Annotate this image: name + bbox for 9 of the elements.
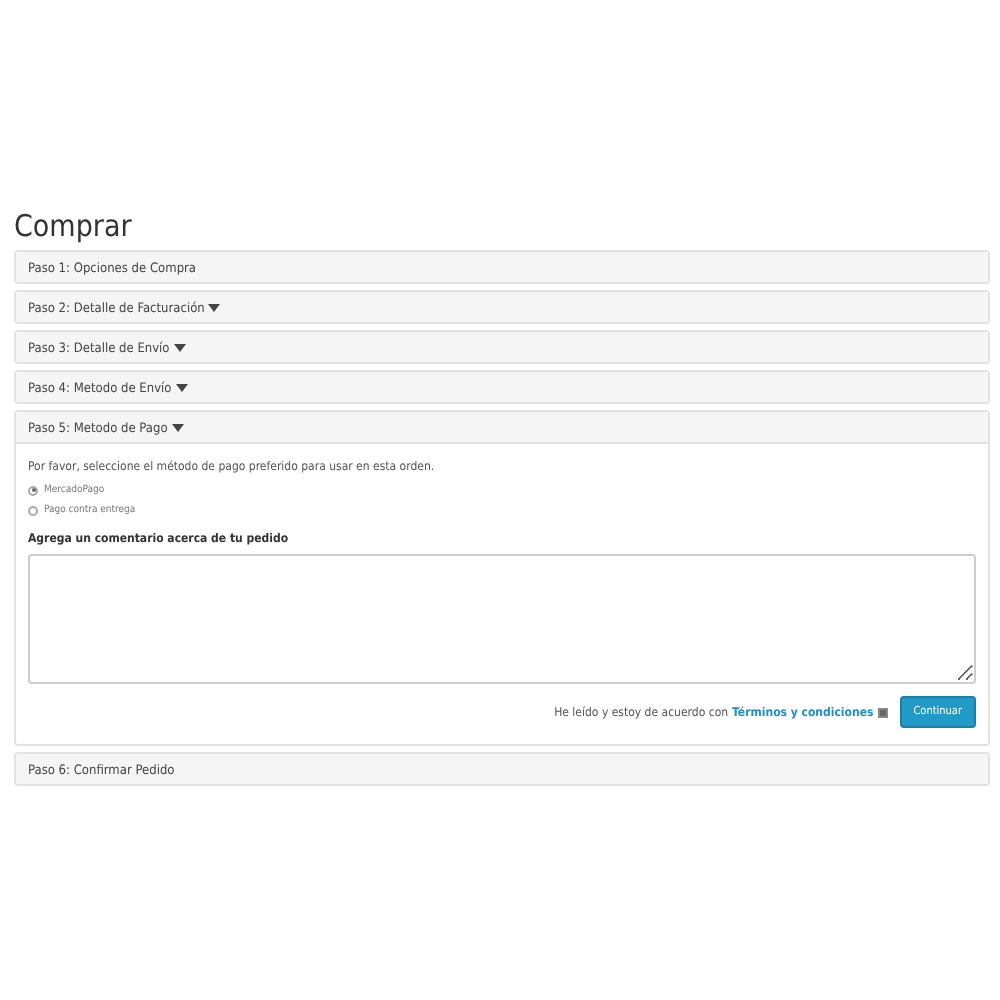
page-title: Comprar bbox=[14, 208, 134, 244]
comment-field[interactable] bbox=[28, 554, 976, 684]
caret-icon bbox=[208, 303, 221, 311]
caret-icon bbox=[175, 383, 188, 391]
radio-button[interactable] bbox=[28, 485, 38, 495]
caret-icon bbox=[173, 343, 186, 351]
radio-button[interactable] bbox=[28, 505, 38, 515]
terms-checkbox[interactable] bbox=[877, 707, 888, 717]
caret-icon bbox=[171, 423, 184, 431]
